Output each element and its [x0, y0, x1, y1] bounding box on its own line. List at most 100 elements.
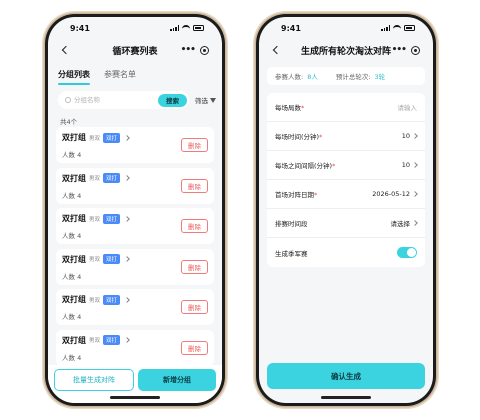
batch-generate-button[interactable]: 批量生成对阵: [54, 369, 134, 391]
filter-button[interactable]: 筛选: [195, 95, 216, 105]
group-gender: 男双: [89, 297, 101, 304]
group-type-badge: 双打: [103, 173, 121, 183]
match-duration-select[interactable]: 10: [401, 132, 418, 140]
group-gender: 男双: [89, 257, 101, 263]
delete-button[interactable]: 删除: [181, 178, 208, 193]
group-type-badge: 双打: [103, 294, 121, 305]
round-robin-screen: 9:41 循环赛列表 ••• 分组列表 参赛名单 搜索: [48, 17, 222, 403]
search-input[interactable]: [74, 96, 155, 104]
group-name: 双打组: [62, 254, 86, 264]
signal-icon: [381, 25, 390, 31]
group-card[interactable]: 双打组 男双 双打 人数 4 删除: [56, 289, 214, 325]
settings-form: 每场局数* 请输入 每场时间(分钟)* 10 每场之间间隔(分钟)* 10 首场…: [267, 93, 425, 267]
rounds-info: 预计总轮次: 3轮: [336, 71, 385, 81]
group-count: 共4个: [60, 118, 78, 126]
match-duration-value: 10: [401, 132, 410, 140]
form-row-match-interval[interactable]: 每场之间间隔(分钟)* 10: [267, 151, 425, 180]
delete-button[interactable]: 删除: [181, 300, 208, 314]
group-card[interactable]: 双打组 男双 双打 人数 4 删除: [56, 167, 214, 204]
form-row-match-duration[interactable]: 每场时间(分钟)* 10: [267, 122, 425, 151]
group-type-badge: 双打: [103, 335, 121, 345]
phone-right: 9:41 生成所有轮次淘汰对阵 ••• 参赛人数: 8人 预计总轮次: 3轮 每…: [256, 14, 436, 406]
group-gender: 男双: [89, 338, 101, 344]
wifi-icon: [182, 25, 190, 31]
required-mark: *: [319, 133, 323, 141]
first-date-value: 2026-05-12: [372, 190, 410, 198]
match-duration-label: 每场时间(分钟): [275, 133, 320, 141]
group-card[interactable]: 双打组 男双 双打 人数 4 删除: [56, 208, 214, 244]
games-per-match-input[interactable]: 请输入: [398, 102, 418, 112]
games-per-match-label: 每场局数: [275, 104, 301, 112]
search-row: 搜索 筛选: [58, 91, 216, 109]
status-icons: [381, 25, 415, 31]
rounds-total-label: 预计总轮次:: [335, 73, 371, 81]
form-row-first-date[interactable]: 首场对阵日期* 2026-05-12: [267, 180, 425, 209]
group-list: 双打组 男双 双打 人数 4 删除 双打组 男双 双打 人数 4 删除 双打组 …: [56, 127, 214, 370]
participants-label: 参赛人数:: [275, 73, 304, 81]
group-name: 双打组: [62, 133, 86, 142]
page-title: 循环赛列表: [112, 46, 158, 57]
back-icon[interactable]: [271, 44, 283, 56]
group-card[interactable]: 双打组 男双 双打 人数 4 删除: [56, 127, 214, 163]
delete-button[interactable]: 删除: [181, 138, 208, 152]
group-card[interactable]: 双打组 男双 双打 人数 4 删除: [56, 329, 214, 366]
wifi-icon: [393, 25, 401, 31]
first-date-select[interactable]: 2026-05-12: [372, 190, 418, 198]
required-mark: *: [314, 191, 318, 199]
delete-button[interactable]: 删除: [181, 219, 208, 233]
chevron-right-icon: [412, 162, 418, 168]
tab-group-list[interactable]: 分组列表: [58, 67, 90, 87]
nav-bar: 循环赛列表 •••: [48, 39, 222, 61]
form-row-time-slot[interactable]: 排赛时间段 请选择: [267, 209, 425, 238]
more-icon[interactable]: •••: [181, 46, 196, 55]
delete-button[interactable]: 删除: [181, 340, 208, 355]
more-icon[interactable]: •••: [392, 46, 407, 55]
group-type-badge: 双打: [103, 213, 121, 224]
tab-participant-list[interactable]: 参赛名单: [104, 67, 136, 87]
battery-icon: [404, 25, 415, 31]
required-mark: *: [301, 104, 305, 112]
add-group-button[interactable]: 新增分组: [138, 369, 216, 391]
form-row-games-per-match[interactable]: 每场局数* 请输入: [267, 93, 425, 122]
group-name: 双打组: [62, 335, 86, 345]
chevron-right-icon: [124, 215, 130, 222]
status-icons: [170, 25, 204, 31]
back-icon[interactable]: [60, 44, 72, 56]
home-indicator: [321, 396, 371, 399]
delete-button[interactable]: 删除: [181, 259, 208, 274]
group-name: 双打组: [62, 173, 86, 183]
participants-value: 8人: [307, 73, 318, 81]
first-date-label: 首场对阵日期: [275, 191, 314, 199]
filter-icon: [210, 97, 216, 103]
group-gender: 男双: [89, 216, 101, 223]
time-slot-select[interactable]: 请选择: [391, 218, 418, 228]
close-target-icon[interactable]: [200, 46, 210, 55]
match-interval-label: 每场之间间隔(分钟): [275, 162, 333, 170]
match-interval-value: 10: [401, 161, 410, 169]
phone-left: 9:41 循环赛列表 ••• 分组列表 参赛名单 搜索: [45, 14, 225, 406]
chevron-right-icon: [124, 256, 130, 262]
chevron-right-icon: [124, 134, 130, 141]
chevron-right-icon: [124, 337, 130, 343]
status-time: 9:41: [281, 23, 301, 33]
chevron-right-icon: [124, 296, 130, 303]
group-gender: 男双: [89, 135, 101, 142]
group-gender: 男双: [89, 176, 101, 182]
group-card[interactable]: 双打组 男双 双打 人数 4 删除: [56, 248, 214, 285]
status-bar: 9:41: [259, 17, 433, 39]
confirm-generate-button[interactable]: 确认生成: [267, 363, 425, 389]
generate-bracket-screen: 9:41 生成所有轮次淘汰对阵 ••• 参赛人数: 8人 预计总轮次: 3轮 每…: [259, 17, 433, 403]
match-interval-select[interactable]: 10: [401, 161, 418, 169]
third-place-toggle[interactable]: [397, 247, 417, 258]
status-bar: 9:41: [48, 17, 222, 39]
mini-program-capsule: •••: [178, 44, 212, 57]
summary-card: 参赛人数: 8人 预计总轮次: 3轮: [267, 67, 425, 85]
signal-icon: [170, 25, 179, 31]
participants-info: 参赛人数: 8人: [275, 71, 318, 81]
group-name: 双打组: [62, 214, 86, 223]
search-box: 搜索: [58, 91, 189, 109]
battery-icon: [193, 25, 204, 31]
search-button[interactable]: 搜索: [158, 93, 187, 107]
chevron-right-icon: [412, 191, 418, 197]
close-target-icon[interactable]: [411, 46, 421, 55]
